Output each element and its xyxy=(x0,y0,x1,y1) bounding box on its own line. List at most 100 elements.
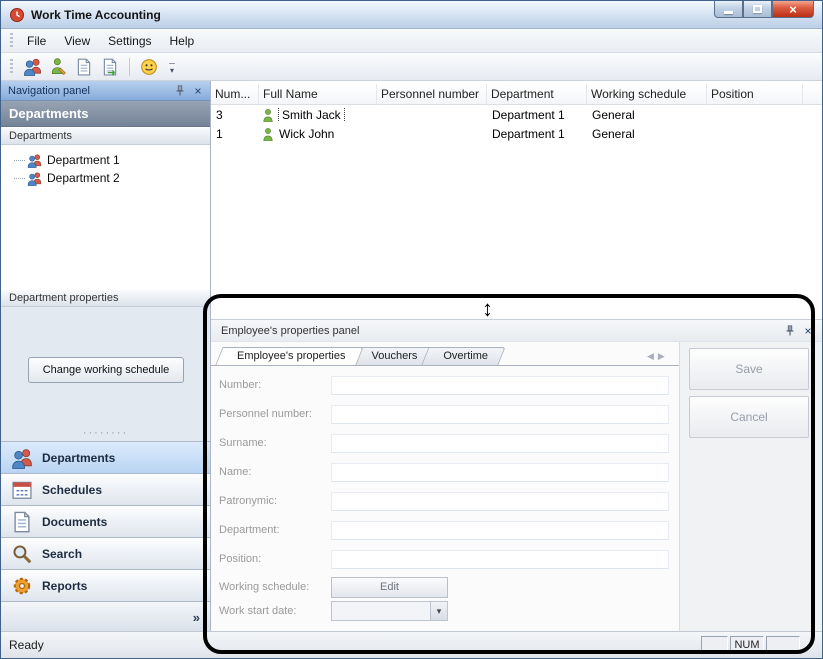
work-start-date-value xyxy=(332,602,430,620)
menu-settings[interactable]: Settings xyxy=(99,31,160,51)
employee-properties-panel: Employee's properties panel × Employee's… xyxy=(211,319,822,633)
patronymic-label: Patronymic: xyxy=(219,495,331,507)
help-toolbar-button[interactable] xyxy=(137,55,161,79)
employee-name: Wick John xyxy=(279,127,334,141)
employee-icon xyxy=(261,127,275,141)
nav-button-label: Reports xyxy=(42,579,87,593)
menu-file[interactable]: File xyxy=(18,31,55,51)
configure-buttons-chevron[interactable]: » xyxy=(193,610,200,625)
status-ready-text: Ready xyxy=(9,638,44,652)
navigation-panel-title: Navigation panel xyxy=(8,85,169,97)
column-header-department[interactable]: Department xyxy=(487,84,587,105)
toolbar-overflow-button[interactable]: ─ ▾ xyxy=(163,55,181,79)
table-row[interactable]: 3 Smith Jack Department 1 General xyxy=(211,105,822,124)
number-label: Number: xyxy=(219,379,331,391)
department-field[interactable] xyxy=(331,521,669,540)
dropdown-arrow-icon: ▾ xyxy=(430,602,447,620)
cancel-button[interactable]: Cancel xyxy=(689,396,809,438)
smiley-icon xyxy=(140,58,158,76)
window-title: Work Time Accounting xyxy=(31,8,161,22)
nav-button-label: Departments xyxy=(42,451,115,465)
panel-close-button[interactable]: × xyxy=(191,84,205,98)
export-toolbar-button[interactable] xyxy=(98,55,122,79)
name-label: Name: xyxy=(219,466,331,478)
close-icon: × xyxy=(804,325,811,337)
form-row-number: Number: xyxy=(219,375,669,395)
column-header-full-name[interactable]: Full Name xyxy=(259,84,377,105)
documents-toolbar-button[interactable] xyxy=(72,55,96,79)
tab-scroll-left-icon[interactable]: ◀ xyxy=(647,351,658,361)
calendar-icon xyxy=(11,479,33,501)
departments-group-label: Departments xyxy=(1,127,210,145)
nav-button-label: Schedules xyxy=(42,483,102,497)
maximize-icon xyxy=(753,5,762,13)
save-button[interactable]: Save xyxy=(689,348,809,390)
app-window: Work Time Accounting × File View Setting… xyxy=(0,0,823,659)
position-field[interactable] xyxy=(331,550,669,569)
nav-buttons-footer: » xyxy=(1,601,210,633)
panel-close-button[interactable]: × xyxy=(801,324,815,338)
pin-button[interactable] xyxy=(783,324,797,338)
gear-icon xyxy=(11,575,33,597)
tab-strip-line xyxy=(211,365,679,366)
cell-department: Department 1 xyxy=(487,108,587,122)
panel-buttons-column: Save Cancel xyxy=(679,342,822,633)
sidebar-item-departments[interactable]: Departments xyxy=(1,441,210,473)
tab-scroll-arrows: ◀▶ xyxy=(647,351,669,362)
sidebar-item-reports[interactable]: Reports xyxy=(1,569,210,601)
sidebar-splitter-handle[interactable]: ········ xyxy=(1,429,210,437)
sidebar-item-search[interactable]: Search xyxy=(1,537,210,569)
outlook-nav-buttons: Departments Schedules Documents Search R… xyxy=(1,441,210,601)
close-button[interactable]: × xyxy=(772,1,814,18)
navigation-panel: Navigation panel × Departments Departmen… xyxy=(1,81,211,633)
sidebar-item-schedules[interactable]: Schedules xyxy=(1,473,210,505)
form-row-name: Name: xyxy=(219,462,669,482)
close-icon: × xyxy=(194,85,201,97)
maximize-button[interactable] xyxy=(743,1,772,18)
minimize-icon xyxy=(724,11,733,14)
tab-overtime[interactable]: Overtime xyxy=(425,347,502,365)
patronymic-field[interactable] xyxy=(331,492,669,511)
cell-full-name: Smith Jack xyxy=(259,108,377,122)
properties-panel-header: Employee's properties panel × xyxy=(211,320,822,342)
menu-help[interactable]: Help xyxy=(161,31,204,51)
toolbar: ─ ▾ xyxy=(1,53,822,81)
nav-button-label: Documents xyxy=(42,515,107,529)
name-field[interactable] xyxy=(331,463,669,482)
column-header-personnel-number[interactable]: Personnel number xyxy=(377,84,487,105)
tab-vouchers[interactable]: Vouchers xyxy=(354,347,432,365)
departments-toolbar-button[interactable] xyxy=(20,55,44,79)
form-row-personnel-number: Personnel number: xyxy=(219,404,669,424)
properties-panel-title: Employee's properties panel xyxy=(221,325,779,337)
change-working-schedule-button[interactable]: Change working schedule xyxy=(28,357,184,383)
column-header-position[interactable]: Position xyxy=(707,84,803,105)
cell-department: Department 1 xyxy=(487,127,587,141)
personnel-number-field[interactable] xyxy=(331,405,669,424)
surname-field[interactable] xyxy=(331,434,669,453)
cell-number: 3 xyxy=(211,108,259,122)
form-row-department: Department: xyxy=(219,520,669,540)
form-row-patronymic: Patronymic: xyxy=(219,491,669,511)
menu-view[interactable]: View xyxy=(55,31,99,51)
document-icon xyxy=(11,511,33,533)
sidebar-caption: Departments xyxy=(1,101,210,127)
selected-employee-name: Smith Jack xyxy=(279,108,344,122)
form-row-surname: Surname: xyxy=(219,433,669,453)
table-row[interactable]: 1 Wick John Department 1 General xyxy=(211,124,822,143)
column-header-number[interactable]: Num... xyxy=(211,84,259,105)
tree-item-department-1[interactable]: Department 1 xyxy=(11,151,210,169)
tree-item-department-2[interactable]: Department 2 xyxy=(11,169,210,187)
main-area: Num... Full Name Personnel number Depart… xyxy=(211,81,822,633)
minimize-button[interactable] xyxy=(714,1,743,18)
number-field[interactable] xyxy=(331,376,669,395)
column-header-working-schedule[interactable]: Working schedule xyxy=(587,84,707,105)
tab-scroll-right-icon[interactable]: ▶ xyxy=(658,351,669,361)
work-start-date-select[interactable]: ▾ xyxy=(331,601,448,621)
position-label: Position: xyxy=(219,553,331,565)
window-controls: × xyxy=(714,1,814,18)
pin-button[interactable] xyxy=(173,84,187,98)
sidebar-item-documents[interactable]: Documents xyxy=(1,505,210,537)
edit-employee-toolbar-button[interactable] xyxy=(46,55,70,79)
edit-schedule-button[interactable]: Edit xyxy=(331,577,448,598)
tab-employees-properties[interactable]: Employee's properties xyxy=(219,347,360,365)
